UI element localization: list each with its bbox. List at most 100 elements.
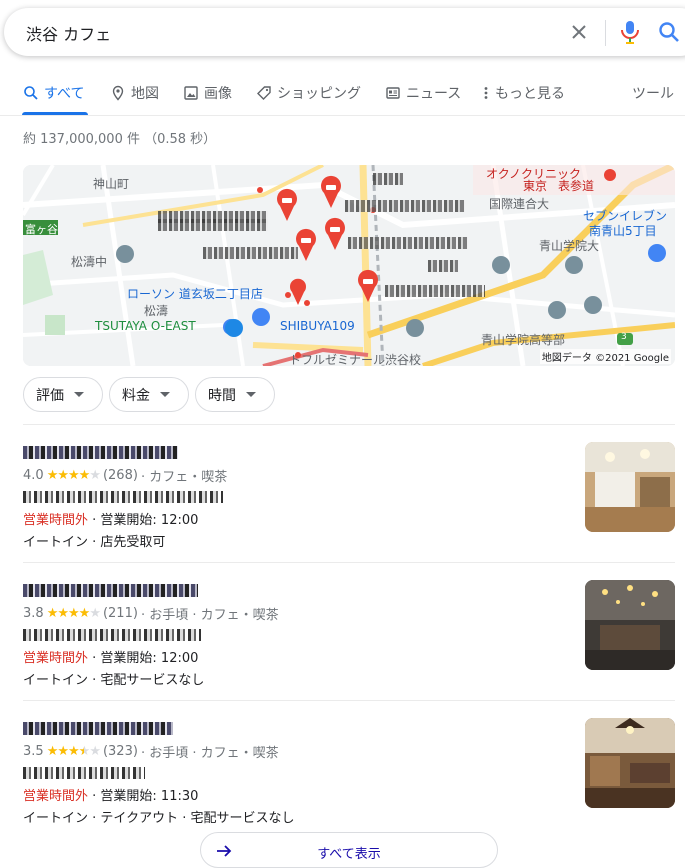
- tab-maps[interactable]: 地図: [110, 83, 159, 103]
- star-rating: ★★★★★: [46, 606, 101, 621]
- map-label: 松濤: [144, 304, 169, 318]
- opening-hours: 営業時間外 · 営業開始: 12:00: [23, 647, 198, 666]
- rating-line: 3.5 ★★★★★ (323) · お手頃 · カフェ・喫茶: [23, 742, 279, 761]
- divider: [23, 700, 675, 701]
- search-bar[interactable]: 渋谷 カフェ: [4, 8, 685, 56]
- result-stats: 約 137,000,000 件 （0.58 秒）: [23, 132, 217, 147]
- map-label: 東京: [523, 179, 548, 193]
- cafe-photo-image: [585, 442, 675, 532]
- place-name[interactable]: [23, 446, 178, 459]
- closed-status: 営業時間外: [23, 651, 89, 666]
- divider: [23, 562, 675, 563]
- rating-line: 4.0 ★★★★★ (268) · カフェ・喫茶: [23, 466, 227, 485]
- review-count[interactable]: (268): [103, 468, 138, 483]
- map-label: 南青山5丁目: [589, 224, 657, 238]
- cafe-photo-image: [585, 580, 675, 670]
- chevron-down-icon: [246, 392, 256, 397]
- place-category: · カフェ・喫茶: [140, 470, 228, 485]
- place-photo[interactable]: [585, 718, 675, 808]
- rating-value: 4.0: [23, 468, 44, 483]
- map-place-name: [345, 200, 465, 212]
- chip-label: 料金: [122, 387, 150, 404]
- microphone-icon[interactable]: [618, 19, 642, 45]
- news-icon: [386, 87, 400, 99]
- opening-hours: 営業時間外 · 営業開始: 11:30: [23, 785, 198, 804]
- tab-shopping[interactable]: ショッピング: [256, 83, 361, 103]
- service-options: イートイン · テイクアウト · 宅配サービスなし: [23, 811, 295, 826]
- place-category: · お手頃 · カフェ・喫茶: [140, 608, 279, 623]
- opening-hours: 営業時間外 · 営業開始: 12:00: [23, 509, 198, 528]
- map-label: 青山学院大: [539, 239, 600, 253]
- place-name[interactable]: [23, 722, 173, 735]
- place-address: [23, 629, 201, 641]
- tab-label: すべて: [44, 86, 85, 102]
- map-label: 青山学院高等部: [481, 333, 566, 347]
- map-place-name: [428, 260, 458, 272]
- tab-news[interactable]: ニュース: [385, 83, 461, 103]
- map-place-name: [348, 237, 468, 249]
- divider: [23, 424, 675, 425]
- opens-at: · 営業開始: 12:00: [92, 651, 199, 666]
- tag-icon: [257, 86, 271, 100]
- search-input[interactable]: 渋谷 カフェ: [26, 21, 111, 45]
- tab-label: ニュース: [406, 86, 462, 102]
- clear-icon[interactable]: [567, 20, 591, 44]
- map-label: 神山町: [93, 177, 130, 191]
- more-vert-icon: [484, 87, 488, 99]
- review-count[interactable]: (211): [103, 606, 138, 621]
- local-result[interactable]: 4.0 ★★★★★ (268) · カフェ・喫茶 営業時間外 · 営業開始: 1…: [23, 442, 675, 557]
- active-tab-indicator: [22, 112, 88, 115]
- filter-chip-hours[interactable]: 時間: [195, 377, 275, 412]
- local-result[interactable]: 3.5 ★★★★★ (323) · お手頃 · カフェ・喫茶 営業時間外 · 営…: [23, 718, 675, 833]
- search-icon[interactable]: [657, 20, 681, 44]
- map-place-name: [373, 173, 403, 185]
- rating-value: 3.8: [23, 606, 44, 621]
- closed-status: 営業時間外: [23, 789, 89, 804]
- opens-at: · 営業開始: 11:30: [92, 789, 199, 804]
- star-rating: ★★★★★: [46, 468, 101, 483]
- map-pin-icon: [112, 85, 124, 101]
- map-label: 表参道: [558, 179, 595, 193]
- map-place-name: [203, 247, 298, 259]
- search-divider: [605, 20, 606, 46]
- image-icon: [184, 86, 198, 100]
- rating-line: 3.8 ★★★★★ (211) · お手頃 · カフェ・喫茶: [23, 604, 279, 623]
- place-photo[interactable]: [585, 442, 675, 532]
- tab-all[interactable]: すべて: [23, 83, 84, 103]
- search-icon: [24, 86, 38, 100]
- opens-at: · 営業開始: 12:00: [92, 513, 199, 528]
- tab-label: ショッピング: [277, 86, 361, 102]
- map-label: SHIBUYA109: [280, 319, 355, 333]
- tab-images[interactable]: 画像: [183, 83, 232, 103]
- filter-chip-price[interactable]: 料金: [109, 377, 189, 412]
- route-shield: 3: [621, 332, 627, 342]
- map-place-name: [385, 285, 485, 297]
- rating-value: 3.5: [23, 744, 44, 759]
- place-photo[interactable]: [585, 580, 675, 670]
- place-category: · お手頃 · カフェ・喫茶: [140, 746, 279, 761]
- local-result[interactable]: 3.8 ★★★★★ (211) · お手頃 · カフェ・喫茶 営業時間外 · 営…: [23, 580, 675, 695]
- tab-more[interactable]: もっと見る: [482, 83, 565, 103]
- service-options: イートイン · 店先受取可: [23, 535, 166, 550]
- place-name[interactable]: [23, 584, 198, 597]
- chip-label: 評価: [36, 387, 64, 404]
- local-map[interactable]: 神山町 富ヶ谷 松濤中 松濤 ローソン 道玄坂二丁目店 TSUTAYA O-EA…: [23, 165, 675, 366]
- search-tabs: すべて 地図 画像 ショッピング ニュース もっと見る ツール: [0, 78, 685, 116]
- service-options: イートイン · 宅配サービスなし: [23, 673, 205, 688]
- chip-label: 時間: [208, 387, 236, 404]
- review-count[interactable]: (323): [103, 744, 138, 759]
- chevron-down-icon: [74, 392, 84, 397]
- star-rating: ★★★★★: [46, 744, 101, 759]
- show-all-button[interactable]: すべて表示: [200, 832, 498, 868]
- tab-tools[interactable]: ツール: [632, 83, 674, 103]
- map-label: ローソン 道玄坂二丁目店: [127, 287, 263, 301]
- show-all-label: すべて表示: [317, 847, 381, 862]
- place-address: [23, 491, 223, 503]
- map-credit: 地図データ ©2021 Google: [539, 349, 671, 364]
- map-label: トフルゼミナール渋谷校: [289, 353, 422, 366]
- map-label: 富ヶ谷: [25, 223, 58, 236]
- place-address: [23, 767, 145, 779]
- filter-chip-rating[interactable]: 評価: [23, 377, 103, 412]
- map-place-name: [158, 219, 268, 231]
- tab-label: もっと見る: [495, 86, 565, 102]
